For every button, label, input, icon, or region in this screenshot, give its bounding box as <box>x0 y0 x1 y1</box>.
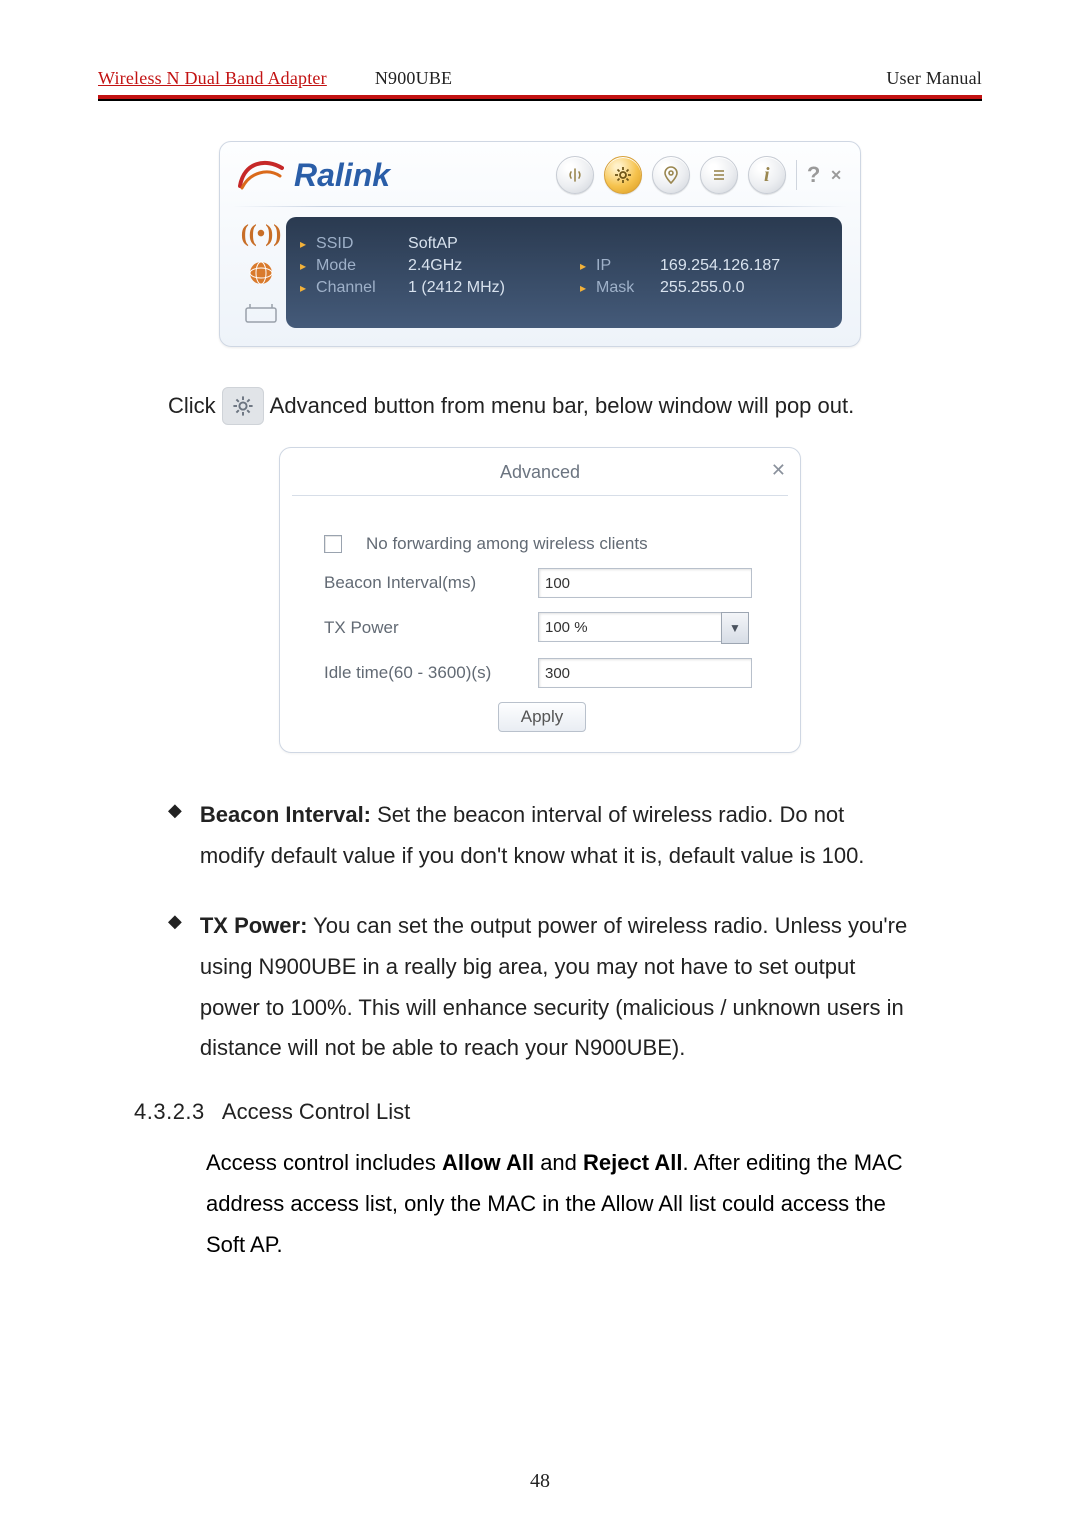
status-area: ((•)) ▸ SSID SoftAP ▸ Mode 2.4GHz ▸ Channel 1 … <box>220 207 860 346</box>
txpower-text3: ). <box>672 1035 685 1060</box>
page-number: 48 <box>0 1470 1080 1493</box>
instruction-line: Click Advanced button from menu bar, bel… <box>168 387 982 425</box>
map-pin-icon[interactable] <box>652 156 690 194</box>
instruction-after: Advanced button from menu bar, below win… <box>270 393 855 419</box>
document-page: Wireless N Dual Band Adapter N900UBE Use… <box>0 0 1080 1527</box>
dialog-close-icon[interactable]: ✕ <box>771 460 786 481</box>
wifi-signal-icon[interactable]: ((•)) <box>241 221 281 248</box>
keyboard-icon[interactable] <box>245 303 277 328</box>
advanced-dialog: Advanced ✕ No forwarding among wireless … <box>279 447 801 753</box>
dialog-title-bar: Advanced ✕ <box>280 448 800 495</box>
antenna-icon[interactable] <box>556 156 594 194</box>
idle-time-label: Idle time(60 - 3600)(s) <box>324 663 524 683</box>
tx-power-label: TX Power <box>324 618 524 638</box>
globe-icon[interactable] <box>246 258 276 293</box>
apply-button[interactable]: Apply <box>498 702 587 732</box>
close-icon[interactable]: ✕ <box>830 167 842 184</box>
bullet-beacon: ◆ Beacon Interval: Set the beacon interv… <box>168 795 912 876</box>
value-mask: 255.255.0.0 <box>660 279 745 297</box>
header-doc: User Manual <box>886 68 982 89</box>
txpower-text2: will not be able to reach your N900UBE <box>288 1035 672 1060</box>
bullet-icon: ▸ <box>580 259 586 273</box>
acl-paragraph: Access control includes Allow All and Re… <box>206 1143 912 1265</box>
acl-t2: and <box>534 1150 583 1175</box>
idle-time-input[interactable] <box>538 658 752 688</box>
brand: Ralink <box>238 156 390 194</box>
info-icon[interactable]: i <box>748 156 786 194</box>
header-product: Wireless N Dual Band Adapter <box>98 68 327 89</box>
page-header: Wireless N Dual Band Adapter N900UBE Use… <box>98 68 982 93</box>
header-model: N900UBE <box>375 68 452 89</box>
no-forwarding-checkbox[interactable] <box>324 535 342 553</box>
ralink-panel: Ralink i ? ✕ <box>219 141 861 347</box>
ralink-header: Ralink i ? ✕ <box>220 142 860 206</box>
acl-b1: Allow All <box>442 1150 534 1175</box>
value-mode: 2.4GHz <box>408 257 462 275</box>
header-blackbar <box>98 99 982 101</box>
label-ssid: SSID <box>316 235 398 253</box>
chevron-down-icon[interactable]: ▼ <box>721 612 749 644</box>
bullet-icon: ▸ <box>580 281 586 295</box>
label-mask: Mask <box>596 279 650 297</box>
no-forwarding-label: No forwarding among wireless clients <box>366 534 648 554</box>
label-channel: Channel <box>316 279 398 297</box>
acl-b2: Reject All <box>583 1150 682 1175</box>
tx-power-select[interactable]: ▼ <box>538 612 749 644</box>
label-mode: Mode <box>316 257 398 275</box>
bullet-icon: ▸ <box>300 237 306 251</box>
ralink-logo-icon <box>238 156 284 194</box>
gear-icon[interactable] <box>604 156 642 194</box>
instruction-before: Click <box>168 393 216 419</box>
bullet-txpower: ◆ TX Power: You can set the output power… <box>168 906 912 1069</box>
value-channel: 1 (2412 MHz) <box>408 279 505 297</box>
dialog-body: No forwarding among wireless clients Bea… <box>280 496 800 752</box>
value-ip: 169.254.126.187 <box>660 257 780 275</box>
inline-gear-icon <box>222 387 264 425</box>
beacon-interval-label: Beacon Interval(ms) <box>324 573 524 593</box>
menu-separator <box>796 160 797 190</box>
beacon-bold: Beacon Interval: <box>200 802 371 827</box>
side-icon-column: ((•)) <box>236 217 286 328</box>
section-heading: 4.3.2.3 Access Control List <box>134 1099 982 1125</box>
brand-name: Ralink <box>294 157 390 194</box>
help-icon[interactable]: ? <box>807 162 820 188</box>
bullet-icon: ▸ <box>300 259 306 273</box>
diamond-bullet-icon: ◆ <box>168 906 182 1069</box>
body-text: ◆ Beacon Interval: Set the beacon interv… <box>168 795 912 1069</box>
acl-t1: Access control includes <box>206 1150 442 1175</box>
section-number: 4.3.2.3 <box>134 1099 205 1124</box>
tx-power-value[interactable] <box>538 612 721 642</box>
value-ssid: SoftAP <box>408 235 458 253</box>
label-ip: IP <box>596 257 650 275</box>
list-icon[interactable] <box>700 156 738 194</box>
txpower-bold: TX Power: <box>200 913 308 938</box>
dialog-title: Advanced <box>500 462 580 483</box>
beacon-interval-input[interactable] <box>538 568 752 598</box>
section-title: Access Control List <box>222 1099 410 1124</box>
diamond-bullet-icon: ◆ <box>168 795 182 876</box>
menu-bar: i ? ✕ <box>556 156 842 194</box>
bullet-icon: ▸ <box>300 281 306 295</box>
status-panel: ▸ SSID SoftAP ▸ Mode 2.4GHz ▸ Channel 1 (2412 … <box>286 217 842 328</box>
